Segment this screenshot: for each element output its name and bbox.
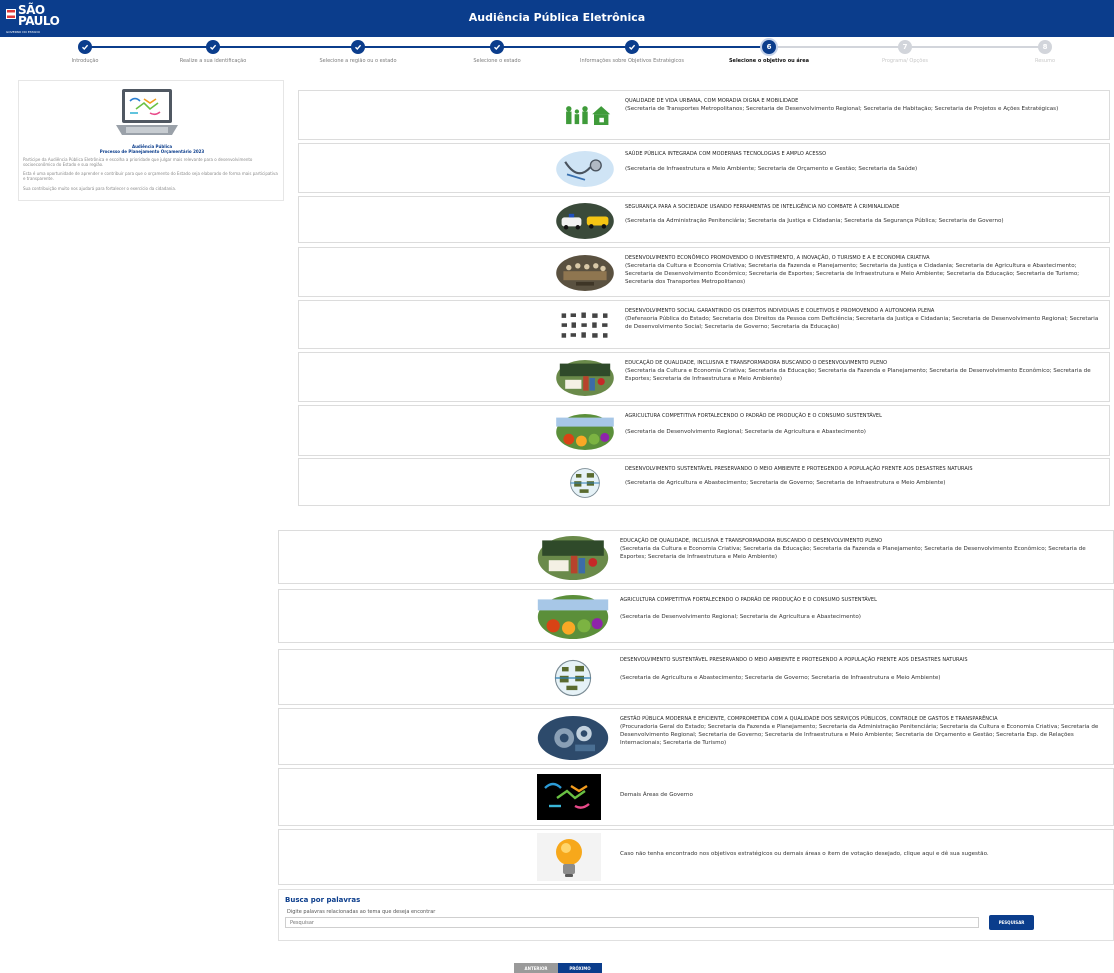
objective-title: DESENVOLVIMENTO SUSTENTÁVEL PRESERVANDO … bbox=[625, 466, 973, 472]
objective-card[interactable]: DESENVOLVIMENTO SOCIAL GARANTINDO OS DIR… bbox=[298, 300, 1110, 349]
objective-secretarias: (Secretaria de Desenvolvimento Regional;… bbox=[620, 614, 861, 620]
step-number-icon: 6 bbox=[762, 40, 776, 54]
objective-card[interactable]: DESENVOLVIMENTO SUSTENTÁVEL PRESERVANDO … bbox=[278, 649, 1114, 705]
search-button[interactable]: PESQUISAR bbox=[989, 915, 1034, 930]
laptop-illustration-icon bbox=[116, 89, 178, 135]
books-photo bbox=[550, 360, 620, 396]
objective-card[interactable]: QUALIDADE DE VIDA URBANA, COM MORADIA DI… bbox=[298, 90, 1110, 140]
objective-card[interactable]: DESENVOLVIMENTO ECONÔMICO PROMOVENDO O I… bbox=[298, 247, 1110, 297]
objective-title: EDUCAÇÃO DE QUALIDADE, INCLUSIVA E TRANS… bbox=[625, 360, 888, 366]
objective-secretarias: (Procuradoria Geral do Estado; Secretari… bbox=[620, 724, 1099, 746]
search-input[interactable] bbox=[285, 917, 979, 928]
info-caption-subtitle: Processo de Planejamento Orçamentário 20… bbox=[99, 149, 205, 154]
step-label: Introdução bbox=[71, 58, 99, 64]
objective-card[interactable]: SEGURANÇA PARA A SOCIEDADE USANDO FERRAM… bbox=[298, 196, 1110, 243]
objective-secretarias: (Secretaria de Infraestrutura e Meio Amb… bbox=[625, 166, 918, 172]
next-button[interactable]: PRÓXIMO bbox=[558, 963, 602, 973]
check-icon bbox=[206, 40, 220, 54]
objective-card[interactable]: GESTÃO PÚBLICA MODERNA E EFICIENTE, COMP… bbox=[278, 708, 1114, 765]
logo-subtitle: GOVERNO DO ESTADO bbox=[6, 30, 40, 34]
step-2[interactable]: Realize a sua identificação bbox=[143, 38, 283, 64]
produce-photo bbox=[537, 595, 609, 639]
search-panel: Busca por palavras Digite palavras relac… bbox=[278, 889, 1114, 941]
objective-secretarias: (Secretaria de Desenvolvimento Regional;… bbox=[625, 429, 866, 435]
objective-title: SAÚDE PÚBLICA INTEGRADA COM MODERNAS TEC… bbox=[625, 151, 827, 157]
other-areas-card[interactable]: Demais Áreas de Governo bbox=[278, 768, 1114, 826]
step-4[interactable]: Selecione o estado bbox=[427, 38, 567, 64]
check-icon bbox=[490, 40, 504, 54]
objective-card[interactable]: DESENVOLVIMENTO SUSTENTÁVEL PRESERVANDO … bbox=[298, 458, 1110, 506]
objective-card[interactable]: SAÚDE PÚBLICA INTEGRADA COM MODERNAS TEC… bbox=[298, 143, 1110, 193]
step-label: Realize a sua identificação bbox=[179, 58, 247, 64]
info-paragraph-2: Esta é uma oportunidade de aprender e co… bbox=[23, 171, 278, 181]
books-photo bbox=[537, 536, 609, 580]
objective-secretarias: (Secretaria de Agricultura e Abastecimen… bbox=[625, 480, 946, 486]
objective-title: DESENVOLVIMENTO ECONÔMICO PROMOVENDO O I… bbox=[625, 255, 930, 261]
objective-card[interactable]: EDUCAÇÃO DE QUALIDADE, INCLUSIVA E TRANS… bbox=[298, 352, 1110, 402]
app-title: Audiência Pública Eletrônica bbox=[468, 11, 646, 24]
check-icon bbox=[78, 40, 92, 54]
objective-title: AGRICULTURA COMPETITIVA FORTALECENDO O P… bbox=[620, 597, 877, 603]
step-number-icon: 7 bbox=[898, 40, 912, 54]
objective-secretarias: (Secretaria da Cultura e Economia Criati… bbox=[625, 263, 1080, 285]
suggestion-label: Caso não tenha encontrado nos objetivos … bbox=[620, 851, 989, 857]
social-icons bbox=[550, 308, 620, 344]
objective-secretarias: (Secretaria de Transportes Metropolitano… bbox=[625, 106, 1059, 112]
objective-title: DESENVOLVIMENTO SOCIAL GARANTINDO OS DIR… bbox=[625, 308, 935, 314]
lightbulb-icon bbox=[537, 833, 601, 881]
objective-secretarias: (Secretaria da Cultura e Economia Criati… bbox=[620, 546, 1086, 560]
objective-secretarias: (Secretaria da Cultura e Economia Criati… bbox=[625, 368, 1091, 382]
objective-title: QUALIDADE DE VIDA URBANA, COM MORADIA DI… bbox=[625, 98, 799, 104]
info-card: Audiência Pública Processo de Planejamen… bbox=[18, 80, 284, 201]
gears-photo bbox=[537, 716, 609, 760]
step-3[interactable]: Selecione a região ou o estado bbox=[288, 38, 428, 64]
objective-title: AGRICULTURA COMPETITIVA FORTALECENDO O P… bbox=[625, 413, 882, 419]
meeting-photo bbox=[550, 255, 620, 291]
globe-icon bbox=[537, 656, 609, 700]
objective-secretarias: (Defensoria Pública do Estado; Secretari… bbox=[625, 316, 1099, 330]
check-icon bbox=[625, 40, 639, 54]
step-label: Programa/ Opções bbox=[881, 58, 929, 64]
family-house-icon bbox=[550, 98, 620, 134]
step-8: 8 Resumo bbox=[975, 38, 1114, 64]
globe-icon bbox=[550, 465, 620, 501]
objective-title: SEGURANÇA PARA A SOCIEDADE USANDO FERRAM… bbox=[625, 204, 900, 210]
step-label: Selecione o objetivo ou área bbox=[728, 58, 810, 64]
progress-stepper: Introdução Realize a sua identificação Sel… bbox=[0, 38, 1114, 70]
step-label: Selecione a região ou o estado bbox=[319, 58, 397, 64]
info-paragraph-1: Participe da Audiência Pública Eletrônic… bbox=[23, 157, 253, 167]
check-icon bbox=[351, 40, 365, 54]
step-6[interactable]: 6 Selecione o objetivo ou área bbox=[699, 38, 839, 64]
other-areas-label: Demais Áreas de Governo bbox=[620, 792, 693, 798]
police-cars-photo bbox=[550, 203, 620, 239]
step-7: 7 Programa/ Opções bbox=[835, 38, 975, 64]
objective-card[interactable]: EDUCAÇÃO DE QUALIDADE, INCLUSIVA E TRANS… bbox=[278, 530, 1114, 584]
step-label: Resumo bbox=[1034, 58, 1056, 64]
objective-secretarias: (Secretaria da Administração Penitenciár… bbox=[625, 218, 1004, 224]
search-hint: Digite palavras relacionadas ao tema que… bbox=[287, 909, 436, 915]
stethoscope-photo bbox=[550, 151, 620, 187]
search-heading: Busca por palavras bbox=[285, 896, 361, 904]
objective-card[interactable]: AGRICULTURA COMPETITIVA FORTALECENDO O P… bbox=[298, 405, 1110, 456]
objective-title: DESENVOLVIMENTO SUSTENTÁVEL PRESERVANDO … bbox=[620, 657, 968, 663]
suggestion-card[interactable]: Caso não tenha encontrado nos objetivos … bbox=[278, 829, 1114, 885]
produce-photo bbox=[550, 414, 620, 450]
previous-button[interactable]: ANTERIOR bbox=[514, 963, 558, 973]
objective-card[interactable]: AGRICULTURA COMPETITIVA FORTALECENDO O P… bbox=[278, 589, 1114, 643]
government-areas-icon bbox=[537, 774, 601, 820]
step-5[interactable]: Informações sobre Objetivos Estratégicos bbox=[562, 38, 702, 64]
step-label: Informações sobre Objetivos Estratégicos bbox=[580, 58, 684, 64]
step-label: Selecione o estado bbox=[473, 58, 521, 64]
objective-title: EDUCAÇÃO DE QUALIDADE, INCLUSIVA E TRANS… bbox=[620, 538, 883, 544]
objective-secretarias: (Secretaria de Agricultura e Abastecimen… bbox=[620, 675, 941, 681]
objective-title: GESTÃO PÚBLICA MODERNA E EFICIENTE, COMP… bbox=[620, 716, 998, 722]
top-header-bar: SÃO PAULO GOVERNO DO ESTADO Audiência Pú… bbox=[0, 0, 1114, 37]
step-number-icon: 8 bbox=[1038, 40, 1052, 54]
info-paragraph-3: Sua contribuição muito nos ajudará para … bbox=[23, 186, 177, 191]
step-1[interactable]: Introdução bbox=[15, 38, 155, 64]
